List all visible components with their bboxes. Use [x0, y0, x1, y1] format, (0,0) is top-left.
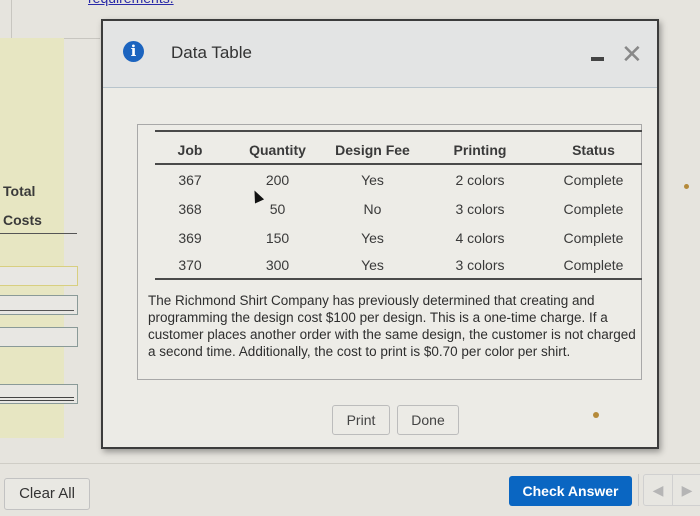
table-row: 367 200 Yes 2 colors Complete: [155, 164, 642, 194]
problem-description: The Richmond Shirt Company has previousl…: [148, 293, 636, 359]
screen-speck: [684, 184, 689, 189]
clear-all-button[interactable]: Clear All: [4, 478, 90, 510]
cell-job: 369: [178, 229, 202, 246]
question-navigation: ◀ ▶: [643, 474, 700, 506]
total-label: Total: [3, 183, 36, 199]
table-header-row: Job Quantity Design Fee Printing Status: [155, 131, 642, 165]
cell-job: 367: [178, 171, 202, 188]
next-arrow-icon[interactable]: ▶: [673, 475, 700, 505]
answer-panel: [0, 38, 64, 438]
footer-separator: [638, 474, 639, 506]
cell-quantity: 150: [265, 229, 290, 246]
costs-label: Costs: [3, 212, 42, 228]
cell-quantity: 200: [265, 171, 290, 188]
data-table: Job Quantity Design Fee Printing Status …: [155, 130, 642, 280]
table-row: 370 300 Yes 3 colors Complete: [155, 252, 642, 280]
cell-status: Complete: [563, 229, 624, 246]
dialog-title: Data Table: [171, 43, 252, 62]
answer-input-3[interactable]: [0, 327, 78, 347]
cell-job: 368: [178, 200, 202, 217]
print-button[interactable]: Print: [332, 405, 390, 435]
done-button[interactable]: Done: [397, 405, 459, 435]
cell-printing: 2 colors: [455, 171, 505, 188]
requirements-link[interactable]: requirements.: [88, 0, 174, 6]
table-row: 369 150 Yes 4 colors Complete: [155, 223, 642, 252]
info-icon: i: [123, 41, 144, 62]
answer-input-total[interactable]: [0, 384, 78, 404]
answer-input-2[interactable]: [0, 295, 78, 315]
cell-status: Complete: [563, 200, 624, 217]
answer-input-1[interactable]: [0, 266, 78, 286]
check-answer-button[interactable]: Check Answer: [509, 476, 632, 506]
cell-design-fee: Yes: [361, 171, 384, 188]
data-table-dialog: i Data Table ✕ Job Quantity Design Fee P…: [101, 19, 659, 449]
cell-printing: 3 colors: [455, 200, 505, 217]
screen-speck: [593, 412, 599, 418]
header-underline: [0, 233, 77, 234]
table-row: 368 50 No 3 colors Complete: [155, 194, 642, 223]
data-table-frame: Job Quantity Design Fee Printing Status …: [137, 124, 642, 380]
column-header-status: Status: [545, 131, 642, 165]
previous-arrow-icon[interactable]: ◀: [644, 475, 673, 505]
background-divider: [11, 0, 12, 38]
cell-design-fee: Yes: [330, 252, 415, 280]
minimize-icon[interactable]: [591, 57, 604, 61]
column-header-printing: Printing: [415, 131, 545, 165]
cell-design-fee: No: [363, 200, 382, 217]
column-header-design-fee: Design Fee: [330, 131, 415, 165]
cell-quantity: 300: [225, 252, 330, 280]
cell-design-fee: Yes: [361, 229, 384, 246]
cell-quantity: 50: [269, 200, 286, 217]
cell-printing: 3 colors: [415, 252, 545, 280]
footer-divider: [0, 463, 700, 464]
column-header-quantity: Quantity: [225, 131, 330, 165]
cell-job: 370: [155, 252, 225, 280]
cell-printing: 4 colors: [455, 229, 505, 246]
dialog-header: i Data Table ✕: [103, 21, 657, 88]
column-header-job: Job: [155, 131, 225, 165]
cell-status: Complete: [545, 252, 642, 280]
close-icon[interactable]: ✕: [621, 41, 643, 67]
cell-status: Complete: [563, 171, 624, 188]
